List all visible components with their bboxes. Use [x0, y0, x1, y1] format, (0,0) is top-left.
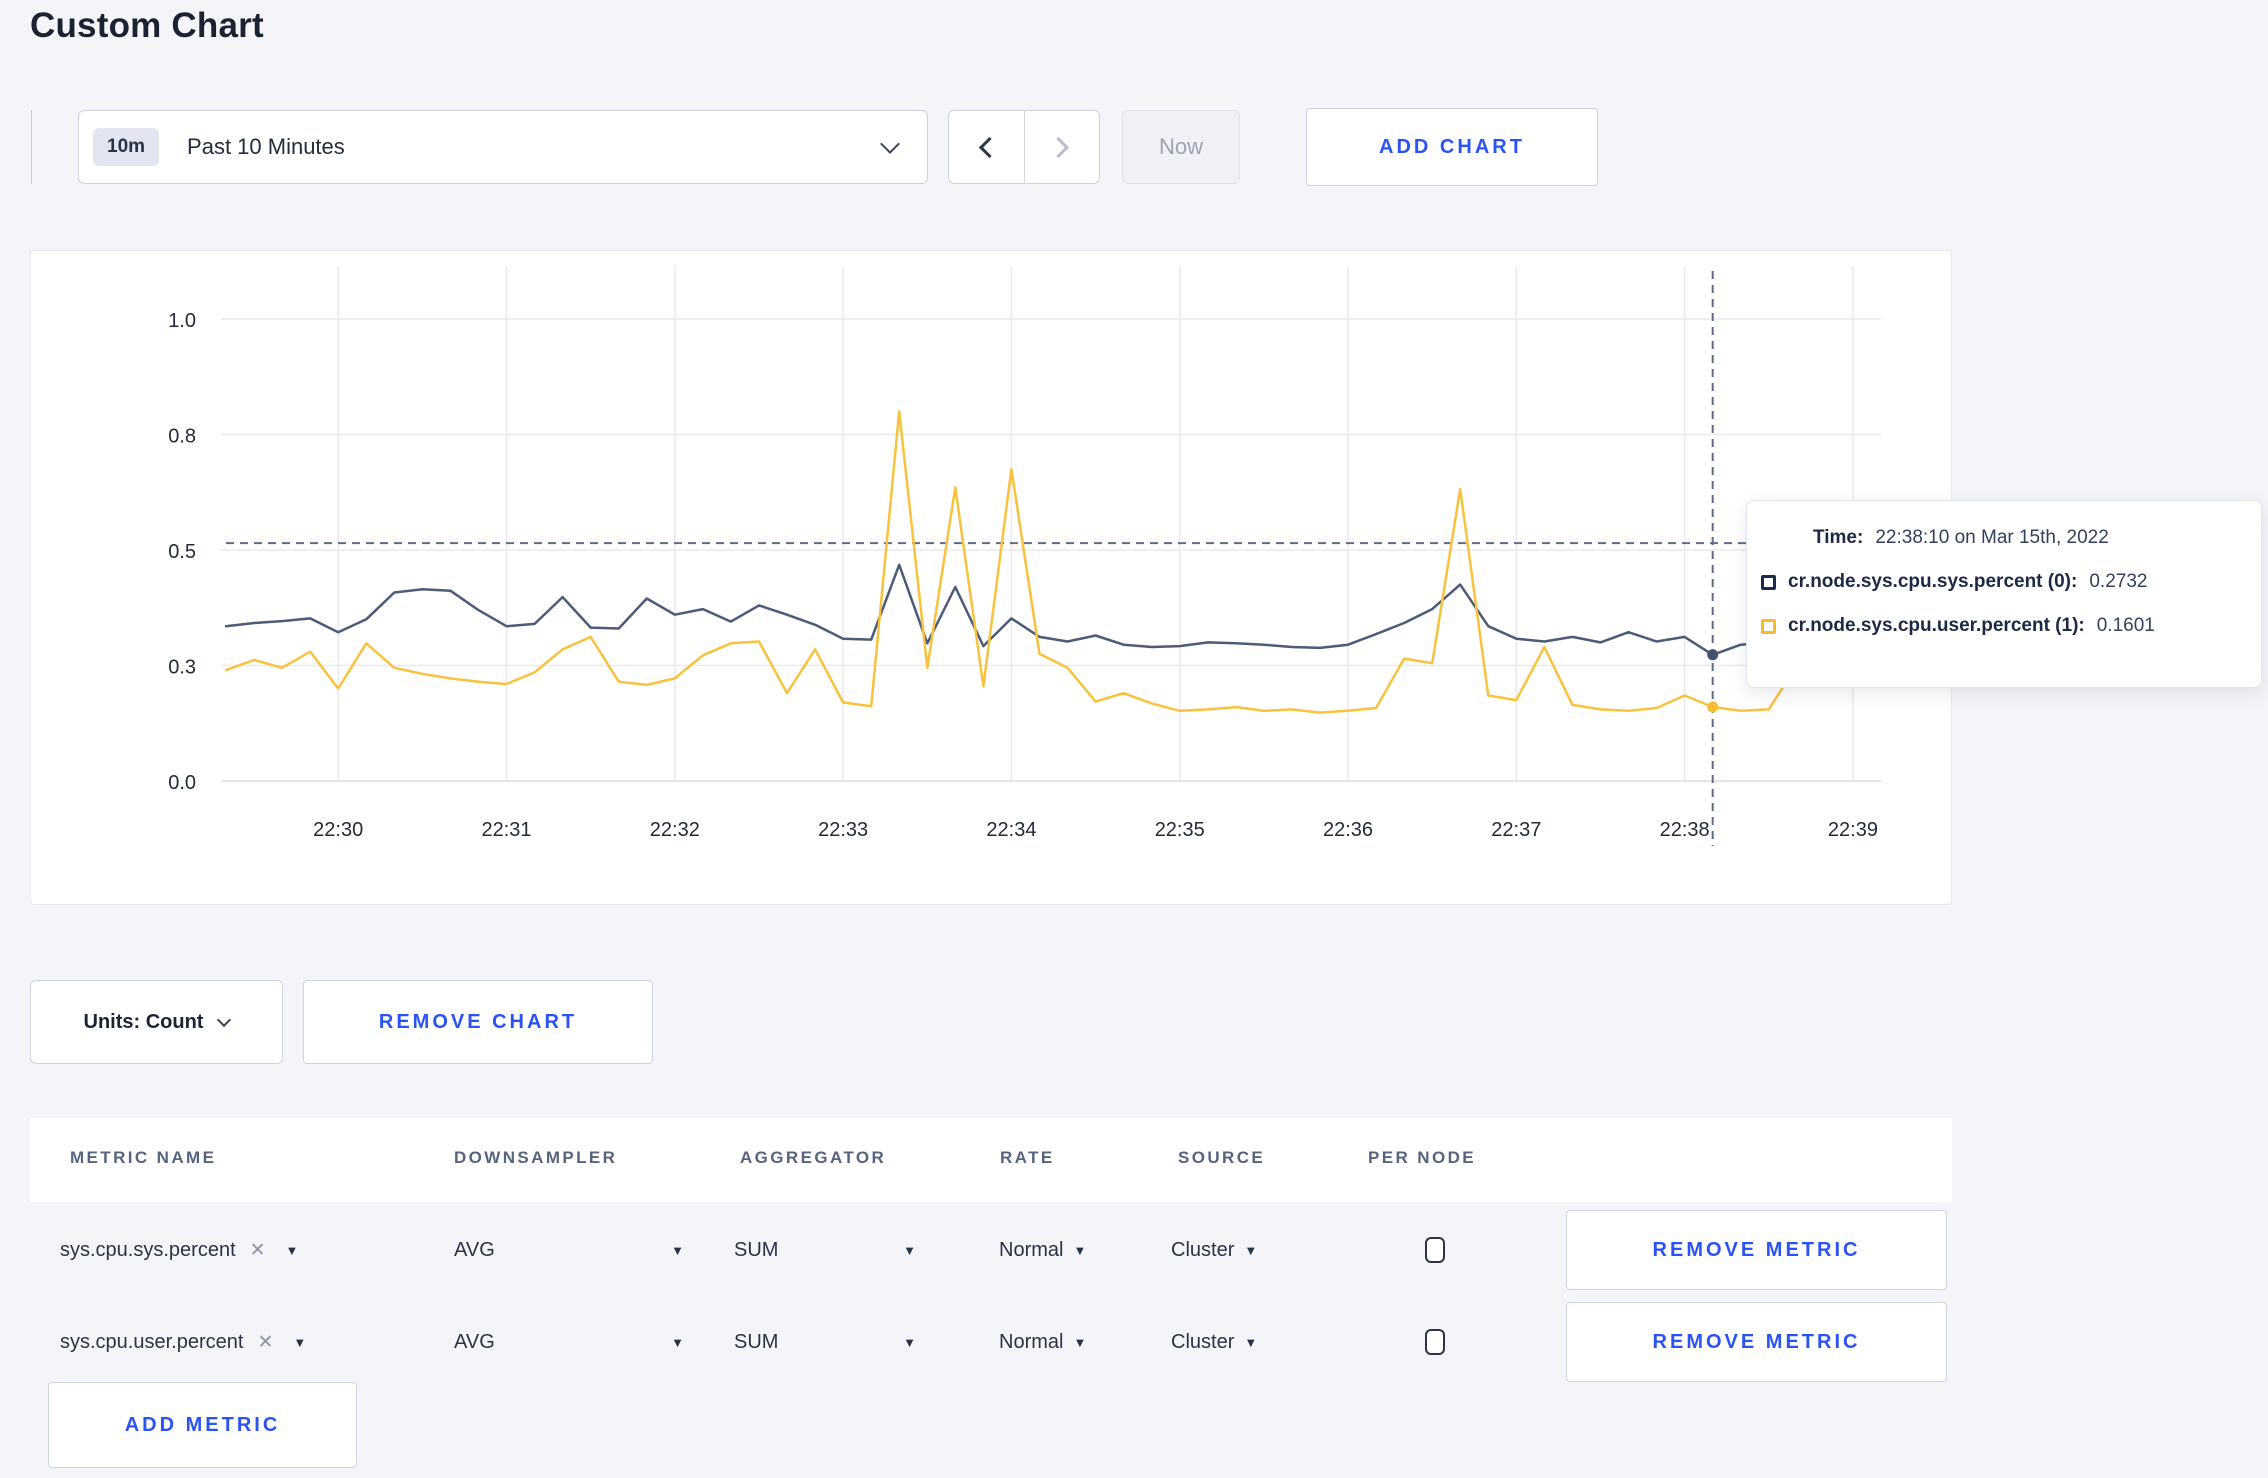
svg-text:0.5: 0.5	[168, 541, 196, 563]
prev-time-button[interactable]	[949, 111, 1024, 183]
dropdown-triangle-icon: ▼	[903, 1334, 916, 1350]
series-sys-swatch-icon	[1761, 574, 1776, 590]
col-header-aggregator: AGGREGATOR	[740, 1148, 887, 1167]
metric-name-select[interactable]: sys.cpu.sys.percent ✕ ▼	[60, 1206, 298, 1294]
svg-text:22:32: 22:32	[650, 819, 700, 841]
time-range-label: Past 10 Minutes	[187, 134, 345, 159]
svg-text:22:34: 22:34	[986, 819, 1036, 841]
svg-text:22:31: 22:31	[481, 819, 531, 841]
svg-text:0.0: 0.0	[168, 772, 196, 794]
source-select[interactable]: Cluster ▼	[1171, 1206, 1257, 1294]
dropdown-triangle-icon: ▼	[671, 1242, 684, 1258]
per-node-cell	[1425, 1298, 1445, 1386]
chart-hover-tooltip: Time: 22:38:10 on Mar 15th, 2022 cr.node…	[1746, 500, 2262, 688]
svg-text:22:35: 22:35	[1155, 819, 1205, 841]
per-node-cell	[1425, 1206, 1445, 1294]
next-time-button[interactable]	[1023, 111, 1100, 183]
per-node-checkbox[interactable]	[1425, 1237, 1445, 1263]
rate-select[interactable]: Normal ▼	[999, 1206, 1086, 1294]
rate-value: Normal	[999, 1330, 1064, 1353]
metric-name-value: sys.cpu.user.percent	[60, 1330, 244, 1353]
svg-text:22:37: 22:37	[1491, 819, 1541, 841]
metric-name-value: sys.cpu.sys.percent	[60, 1238, 236, 1261]
downsampler-select[interactable]: AVG ▼	[454, 1298, 684, 1386]
rate-select[interactable]: Normal ▼	[999, 1298, 1086, 1386]
page-title: Custom Chart	[30, 6, 264, 45]
tooltip-series-sys-label: cr.node.sys.cpu.sys.percent (0):	[1788, 571, 2078, 592]
col-header-rate: RATE	[1000, 1148, 1055, 1167]
dropdown-triangle-icon: ▼	[293, 1334, 307, 1350]
chevron-down-icon	[880, 134, 900, 154]
source-value: Cluster	[1171, 1330, 1235, 1353]
source-select[interactable]: Cluster ▼	[1171, 1298, 1257, 1386]
dropdown-triangle-icon: ▼	[1244, 1334, 1258, 1350]
chevron-left-icon	[978, 136, 1000, 158]
per-node-checkbox[interactable]	[1425, 1329, 1445, 1355]
series-user-swatch-icon	[1761, 618, 1776, 634]
tooltip-series-sys-value: 0.2732	[2089, 571, 2148, 592]
svg-text:22:33: 22:33	[818, 819, 868, 841]
aggregator-select[interactable]: SUM ▼	[734, 1298, 916, 1386]
add-chart-button[interactable]: ADD CHART	[1306, 108, 1598, 186]
chevron-down-icon	[217, 1012, 232, 1028]
chart-card: 22:30 22:31 22:32 22:33 22:34 22:35 22:36 22:37…	[30, 250, 1952, 905]
svg-text:1.0: 1.0	[168, 310, 196, 332]
metric-row-sys: sys.cpu.sys.percent ✕ ▼ AVG ▼ SUM ▼ Norm…	[30, 1206, 1952, 1294]
aggregator-value: SUM	[734, 1330, 779, 1353]
metric-name-select[interactable]: sys.cpu.user.percent ✕ ▼	[60, 1298, 306, 1386]
svg-text:22:36: 22:36	[1323, 819, 1373, 841]
col-header-source: SOURCE	[1178, 1148, 1266, 1167]
aggregator-value: SUM	[734, 1238, 779, 1261]
clear-metric-icon[interactable]: ✕	[257, 1331, 273, 1354]
col-header-metric-name: METRIC NAME	[70, 1148, 217, 1167]
dropdown-triangle-icon: ▼	[671, 1334, 684, 1350]
svg-text:22:38: 22:38	[1660, 819, 1710, 841]
downsampler-value: AVG	[454, 1330, 495, 1353]
tooltip-time-label: Time:	[1813, 527, 1864, 548]
downsampler-select[interactable]: AVG ▼	[454, 1206, 684, 1294]
remove-metric-button[interactable]: REMOVE METRIC	[1566, 1302, 1947, 1382]
chevron-right-icon	[1048, 136, 1070, 158]
metrics-table-header: METRIC NAME DOWNSAMPLER AGGREGATOR RATE …	[30, 1118, 1952, 1202]
remove-metric-button[interactable]: REMOVE METRIC	[1566, 1210, 1947, 1290]
source-value: Cluster	[1171, 1238, 1235, 1261]
dropdown-triangle-icon: ▼	[1073, 1242, 1087, 1258]
dropdown-triangle-icon: ▼	[1073, 1334, 1087, 1350]
svg-text:0.3: 0.3	[168, 657, 196, 679]
chart-svg[interactable]: 22:30 22:31 22:32 22:33 22:34 22:35 22:36 22:37…	[31, 251, 1951, 904]
units-dropdown[interactable]: Units: Count	[30, 980, 283, 1064]
col-header-per-node: PER NODE	[1368, 1148, 1476, 1167]
dropdown-triangle-icon: ▼	[285, 1242, 299, 1258]
time-pager	[948, 110, 1100, 184]
tooltip-time-value: 22:38:10 on Mar 15th, 2022	[1875, 527, 2109, 548]
units-label: Units: Count	[83, 1010, 204, 1033]
time-range-dropdown[interactable]: 10m Past 10 Minutes	[78, 110, 928, 184]
svg-text:0.8: 0.8	[168, 426, 196, 448]
add-metric-button[interactable]: ADD METRIC	[48, 1382, 357, 1468]
time-range-badge: 10m	[93, 128, 160, 166]
rate-value: Normal	[999, 1238, 1064, 1261]
toolbar-divider	[31, 110, 32, 184]
aggregator-select[interactable]: SUM ▼	[734, 1206, 916, 1294]
dropdown-triangle-icon: ▼	[903, 1242, 916, 1258]
svg-text:22:30: 22:30	[313, 819, 363, 841]
tooltip-series-user-label: cr.node.sys.cpu.user.percent (1):	[1788, 615, 2085, 636]
col-header-downsampler: DOWNSAMPLER	[454, 1148, 618, 1167]
svg-text:22:39: 22:39	[1828, 819, 1878, 841]
metric-row-user: sys.cpu.user.percent ✕ ▼ AVG ▼ SUM ▼ Nor…	[30, 1298, 1952, 1386]
clear-metric-icon[interactable]: ✕	[250, 1239, 266, 1262]
now-button[interactable]: Now	[1122, 110, 1240, 184]
downsampler-value: AVG	[454, 1238, 495, 1261]
remove-chart-button[interactable]: REMOVE CHART	[303, 980, 653, 1064]
tooltip-series-user-value: 0.1601	[2096, 615, 2155, 636]
dropdown-triangle-icon: ▼	[1244, 1242, 1258, 1258]
